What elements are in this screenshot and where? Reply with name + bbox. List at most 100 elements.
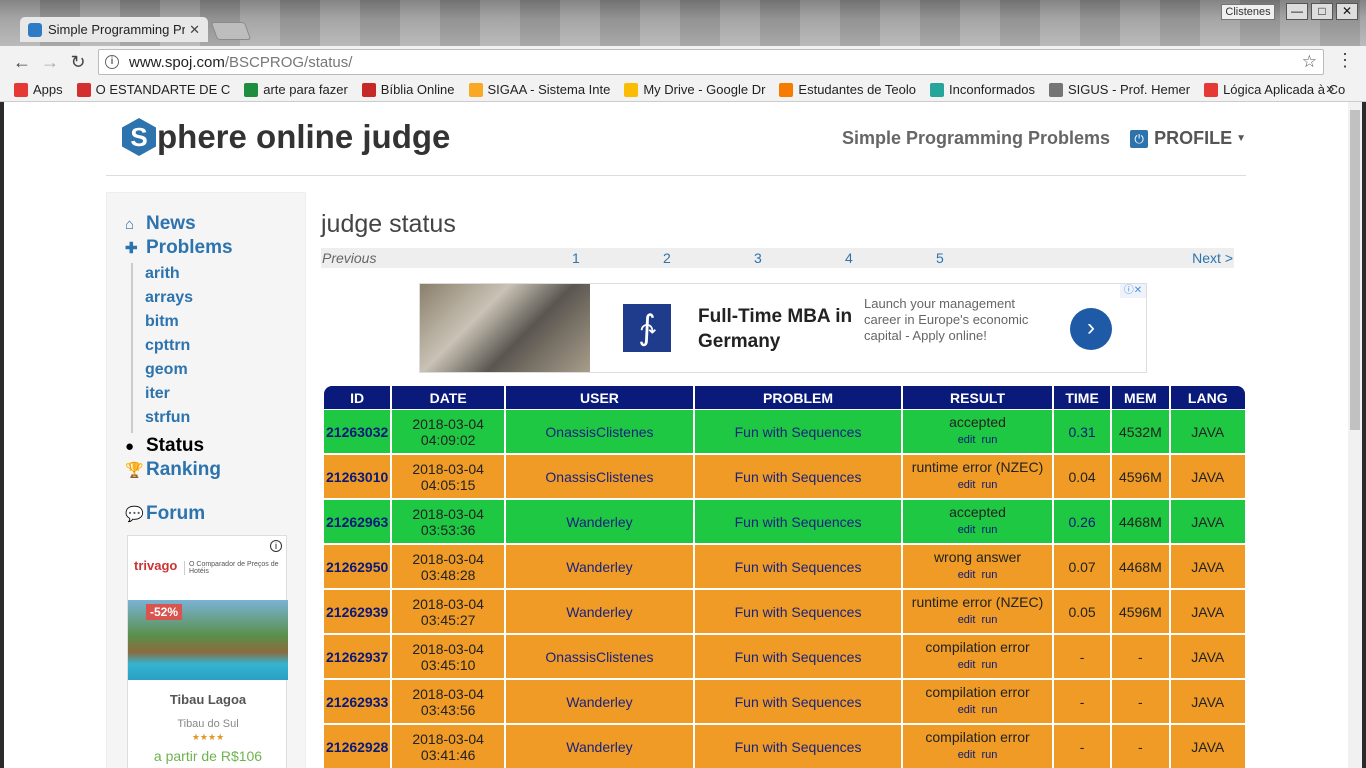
bookmark-item[interactable]: Inconformados bbox=[930, 82, 1035, 97]
ad-arrow-button[interactable]: › bbox=[1070, 308, 1112, 350]
site-info-icon[interactable]: i bbox=[105, 55, 119, 69]
user-link[interactable]: OnassisClistenes bbox=[505, 635, 693, 680]
bookmark-item[interactable]: Bíblia Online bbox=[361, 82, 455, 97]
run-link[interactable]: run bbox=[981, 749, 997, 761]
pager-page-2[interactable]: 2 bbox=[663, 250, 671, 266]
user-link[interactable]: Wanderley bbox=[505, 725, 693, 768]
forward-arrow-icon[interactable]: → bbox=[38, 50, 62, 74]
submission-id-link[interactable]: 21262950 bbox=[324, 545, 391, 590]
edit-link[interactable]: edit bbox=[958, 569, 976, 581]
problem-link[interactable]: Fun with Sequences bbox=[694, 635, 902, 680]
bookmark-item[interactable]: Apps bbox=[14, 82, 63, 97]
run-link[interactable]: run bbox=[981, 524, 997, 536]
edit-link[interactable]: edit bbox=[958, 479, 976, 491]
close-window-button[interactable]: ✕ bbox=[1336, 3, 1358, 20]
col-result: RESULT bbox=[903, 386, 1052, 410]
user-link[interactable]: OnassisClistenes bbox=[505, 410, 693, 455]
power-icon: ⏻ bbox=[1130, 129, 1149, 148]
user-link[interactable]: Wanderley bbox=[505, 680, 693, 725]
submission-id-link[interactable]: 21262928 bbox=[324, 725, 391, 768]
contest-title[interactable]: Simple Programming Problems bbox=[842, 128, 1110, 149]
bookmark-item[interactable]: Lógica Aplicada à Co bbox=[1204, 82, 1345, 97]
subnav-item-arrays[interactable]: arrays bbox=[145, 289, 193, 307]
reload-icon[interactable]: ↻ bbox=[66, 50, 90, 74]
site-logo[interactable]: S phere online judge bbox=[122, 118, 450, 156]
bookmark-star-icon[interactable]: ☆ bbox=[1302, 52, 1317, 72]
sidebar-ad[interactable]: i trivago O Comparador de Preços de Hoté… bbox=[127, 535, 288, 768]
result-actions: edit run bbox=[903, 703, 1052, 718]
submission-id-link[interactable]: 21263032 bbox=[324, 410, 391, 455]
edit-link[interactable]: edit bbox=[958, 704, 976, 716]
subnav-item-cpttrn[interactable]: cpttrn bbox=[145, 337, 190, 355]
back-arrow-icon[interactable]: ← bbox=[10, 50, 34, 74]
pager-page-4[interactable]: 4 bbox=[845, 250, 853, 266]
run-link[interactable]: run bbox=[981, 614, 997, 626]
url-path: /BSCPROG/status/ bbox=[224, 53, 353, 71]
nav-status[interactable]: ● Status bbox=[125, 435, 204, 457]
nav-forum[interactable]: 💬 Forum bbox=[125, 503, 205, 525]
problem-link[interactable]: Fun with Sequences bbox=[694, 500, 902, 545]
edit-link[interactable]: edit bbox=[958, 749, 976, 761]
minimize-button[interactable]: — bbox=[1286, 3, 1308, 20]
profile-badge[interactable]: Clistenes bbox=[1221, 4, 1275, 20]
submission-id-link[interactable]: 21262937 bbox=[324, 635, 391, 680]
scrollbar-thumb[interactable] bbox=[1350, 110, 1360, 430]
pager-page-1[interactable]: 1 bbox=[572, 250, 580, 266]
subnav-item-bitm[interactable]: bitm bbox=[145, 313, 179, 331]
new-tab-button[interactable] bbox=[210, 22, 252, 40]
problem-link[interactable]: Fun with Sequences bbox=[694, 410, 902, 455]
browser-tab[interactable]: Simple Programming Pr ✕ bbox=[20, 17, 208, 42]
edit-link[interactable]: edit bbox=[958, 659, 976, 671]
profile-menu[interactable]: PROFILE bbox=[1154, 128, 1232, 149]
problem-link[interactable]: Fun with Sequences bbox=[694, 455, 902, 500]
edit-link[interactable]: edit bbox=[958, 434, 976, 446]
pager-page-5[interactable]: 5 bbox=[936, 250, 944, 266]
adchoices-icon[interactable]: ⓘ✕ bbox=[1120, 284, 1146, 298]
bookmark-item[interactable]: O ESTANDARTE DE C bbox=[76, 82, 230, 97]
result-text: runtime error (NZEC) bbox=[911, 459, 1044, 475]
subnav-item-iter[interactable]: iter bbox=[145, 385, 170, 403]
subnav-item-geom[interactable]: geom bbox=[145, 361, 188, 379]
banner-ad[interactable]: ∱ Full-Time MBA in Germany Launch your m… bbox=[419, 283, 1147, 373]
page-scrollbar[interactable] bbox=[1348, 102, 1362, 768]
bookmark-item[interactable]: Estudantes de Teolo bbox=[779, 82, 916, 97]
submission-id-link[interactable]: 21262963 bbox=[324, 500, 391, 545]
submission-id-link[interactable]: 21262933 bbox=[324, 680, 391, 725]
submission-id-link[interactable]: 21263010 bbox=[324, 455, 391, 500]
nav-ranking[interactable]: 🏆 Ranking bbox=[125, 459, 221, 481]
problem-link[interactable]: Fun with Sequences bbox=[694, 680, 902, 725]
browser-menu-icon[interactable]: ⋮ bbox=[1336, 50, 1354, 71]
run-link[interactable]: run bbox=[981, 659, 997, 671]
edit-link[interactable]: edit bbox=[958, 524, 976, 536]
tab-close-icon[interactable]: ✕ bbox=[189, 22, 200, 38]
user-link[interactable]: Wanderley bbox=[505, 590, 693, 635]
run-link[interactable]: run bbox=[981, 479, 997, 491]
subnav-item-strfun[interactable]: strfun bbox=[145, 409, 190, 427]
run-link[interactable]: run bbox=[981, 704, 997, 716]
bookmarks-overflow-icon[interactable]: » bbox=[1326, 80, 1334, 97]
problem-link[interactable]: Fun with Sequences bbox=[694, 725, 902, 768]
problem-link[interactable]: Fun with Sequences bbox=[694, 545, 902, 590]
chevron-down-icon[interactable]: ▼ bbox=[1236, 133, 1246, 144]
run-link[interactable]: run bbox=[981, 434, 997, 446]
nav-problems[interactable]: ✚ Problems bbox=[125, 237, 233, 259]
pager-next[interactable]: Next > bbox=[1192, 250, 1233, 266]
maximize-button[interactable]: □ bbox=[1311, 3, 1333, 20]
bookmark-item[interactable]: SIGAA - Sistema Inte bbox=[468, 82, 610, 97]
pager-page-3[interactable]: 3 bbox=[754, 250, 762, 266]
bookmark-item[interactable]: My Drive - Google Dr bbox=[624, 82, 765, 97]
user-link[interactable]: Wanderley bbox=[505, 545, 693, 590]
edit-link[interactable]: edit bbox=[958, 614, 976, 626]
submission-id-link[interactable]: 21262939 bbox=[324, 590, 391, 635]
run-link[interactable]: run bbox=[981, 569, 997, 581]
address-bar[interactable]: i www.spoj.com/BSCPROG/status/ ☆ bbox=[98, 49, 1324, 75]
bookmark-item[interactable]: SIGUS - Prof. Hemer bbox=[1049, 82, 1190, 97]
nav-news[interactable]: ⌂ News bbox=[125, 213, 196, 235]
bookmark-item[interactable]: arte para fazer bbox=[244, 82, 348, 97]
user-link[interactable]: Wanderley bbox=[505, 500, 693, 545]
subnav-item-arith[interactable]: arith bbox=[145, 265, 180, 283]
time-cell: 0.31 bbox=[1053, 410, 1111, 455]
ad-info-icon[interactable]: i bbox=[270, 540, 282, 552]
user-link[interactable]: OnassisClistenes bbox=[505, 455, 693, 500]
problem-link[interactable]: Fun with Sequences bbox=[694, 590, 902, 635]
